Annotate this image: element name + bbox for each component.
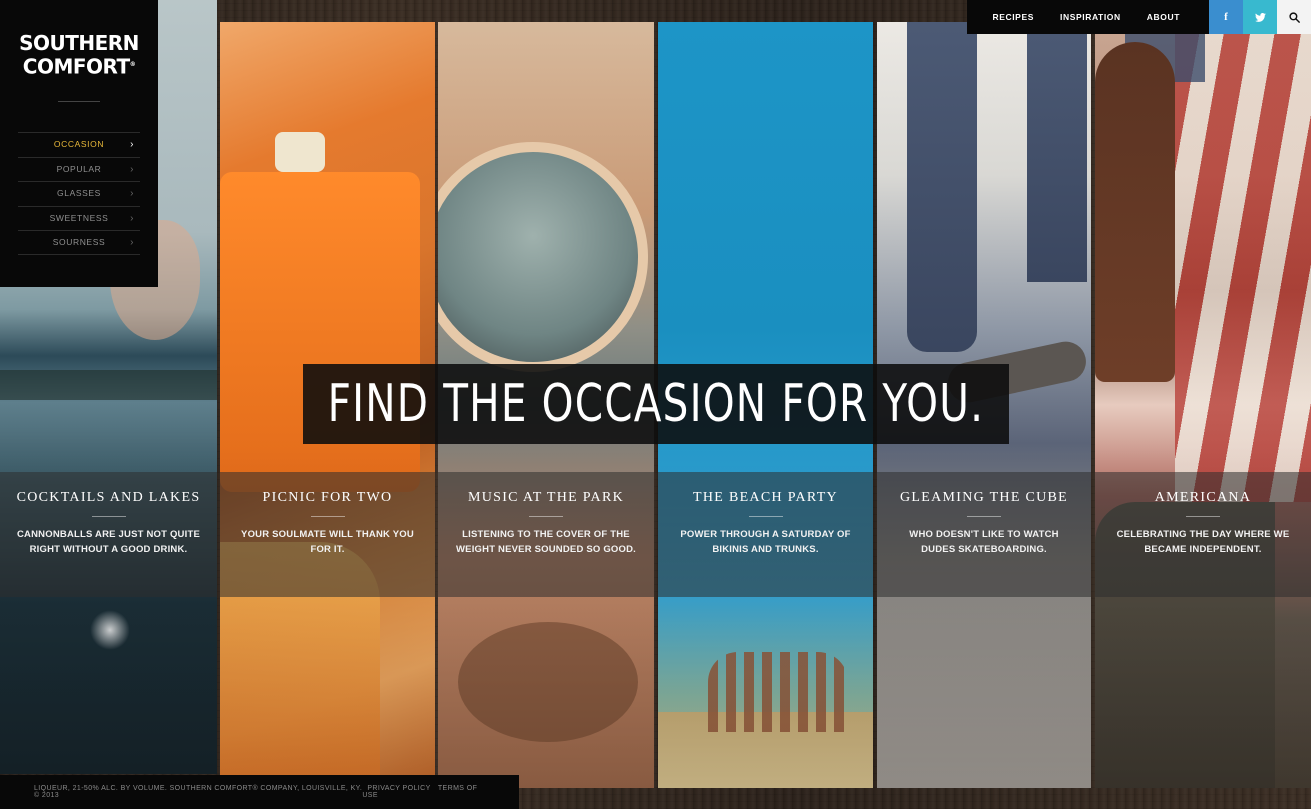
chevron-right-icon: › <box>130 163 134 175</box>
occasion-description: POWER THROUGH A SATURDAY OF BIKINIS AND … <box>680 529 851 555</box>
occasion-divider <box>748 516 783 517</box>
filter-item-sourness[interactable]: SOURNESS › <box>18 230 140 255</box>
headline-text: FIND THE OCCASION FOR YOU. <box>327 374 985 434</box>
filter-item-glasses[interactable]: GLASSES › <box>18 181 140 206</box>
occasion-caption: PICNIC FOR TWO YOUR SOULMATE WILL THANK … <box>220 472 435 597</box>
filter-item-label: GLASSES <box>57 188 101 198</box>
occasion-title: GLEAMING THE CUBE <box>899 490 1069 505</box>
privacy-policy-link[interactable]: PRIVACY POLICY <box>367 785 430 792</box>
footer-links: PRIVACY POLICY TERMS OF USE <box>362 785 485 799</box>
twitter-button[interactable] <box>1243 0 1277 34</box>
occasion-divider <box>91 516 126 517</box>
logo-line-2: COMFORT® <box>22 54 136 79</box>
facebook-button[interactable]: f <box>1209 0 1243 34</box>
filter-item-label: SWEETNESS <box>49 212 109 223</box>
chevron-right-icon: › <box>130 212 134 224</box>
occasion-card-americana[interactable]: AMERICANA CELEBRATING THE DAY WHERE WE B… <box>1095 22 1311 788</box>
facebook-icon: f <box>1224 11 1228 23</box>
occasion-title: AMERICANA <box>1154 490 1252 505</box>
occasion-title: PICNIC FOR TWO <box>262 490 393 505</box>
top-nav-links: RECIPES INSPIRATION ABOUT <box>967 0 1209 34</box>
occasion-description: CANNONBALLS ARE JUST NOT QUITE RIGHT WIT… <box>17 529 200 555</box>
nav-link-recipes[interactable]: RECIPES <box>992 12 1034 22</box>
filter-item-label: OCCASION <box>53 139 105 149</box>
panel-shade <box>1095 22 1311 788</box>
occasion-divider <box>967 516 1001 517</box>
page-headline: FIND THE OCCASION FOR YOU. <box>303 364 1009 444</box>
occasion-caption: AMERICANA CELEBRATING THE DAY WHERE WE B… <box>1095 472 1311 597</box>
sidebar: SOUTHERN COMFORT® OCCASION › POPULAR › G… <box>0 0 158 287</box>
occasion-divider <box>529 516 563 517</box>
chevron-right-icon: › <box>130 188 134 199</box>
occasion-description: WHO DOESN'T LIKE TO WATCH DUDES SKATEBOA… <box>909 529 1059 555</box>
occasion-divider <box>310 516 345 517</box>
filter-item-occasion[interactable]: OCCASION › <box>18 132 140 157</box>
top-nav: RECIPES INSPIRATION ABOUT f <box>967 0 1311 34</box>
search-button[interactable] <box>1277 0 1311 34</box>
filter-item-label: SOURNESS <box>52 237 106 247</box>
southern-comfort-logo[interactable]: SOUTHERN COMFORT® <box>14 32 144 78</box>
legal-text: LIQUEUR, 21-50% ALC. BY VOLUME. SOUTHERN… <box>34 785 363 799</box>
occasion-title: THE BEACH PARTY <box>693 490 838 505</box>
twitter-icon <box>1254 12 1266 22</box>
occasion-caption: MUSIC AT THE PARK LISTENING TO THE COVER… <box>438 472 654 597</box>
occasion-title: MUSIC AT THE PARK <box>467 490 625 505</box>
filter-item-sweetness[interactable]: SWEETNESS › <box>18 205 140 231</box>
chevron-right-icon: › <box>130 237 134 248</box>
occasion-description: YOUR SOULMATE WILL THANK YOU FOR IT. <box>241 529 414 555</box>
occasion-caption: GLEAMING THE CUBE WHO DOESN'T LIKE TO WA… <box>877 472 1091 597</box>
nav-link-inspiration[interactable]: INSPIRATION <box>1060 12 1121 22</box>
search-icon <box>1288 11 1300 23</box>
occasion-caption: THE BEACH PARTY POWER THROUGH A SATURDAY… <box>658 472 873 597</box>
occasion-caption: COCKTAILS AND LAKES CANNONBALLS ARE JUST… <box>0 472 217 597</box>
footer: LIQUEUR, 21-50% ALC. BY VOLUME. SOUTHERN… <box>0 775 519 809</box>
chevron-right-icon: › <box>130 139 134 150</box>
filter-item-label: POPULAR <box>56 163 102 174</box>
occasion-description: CELEBRATING THE DAY WHERE WE BECAME INDE… <box>1116 529 1290 555</box>
logo-line-1: SOUTHERN <box>19 31 139 55</box>
filter-item-popular[interactable]: POPULAR › <box>18 156 140 182</box>
occasion-title: COCKTAILS AND LAKES <box>16 490 201 505</box>
logo-divider <box>58 101 100 102</box>
filter-nav: OCCASION › POPULAR › GLASSES › SWEETNESS… <box>18 132 140 255</box>
occasion-divider <box>1186 516 1220 517</box>
nav-link-about[interactable]: ABOUT <box>1147 12 1180 22</box>
occasion-description: LISTENING TO THE COVER OF THE WEIGHT NEV… <box>456 529 636 555</box>
